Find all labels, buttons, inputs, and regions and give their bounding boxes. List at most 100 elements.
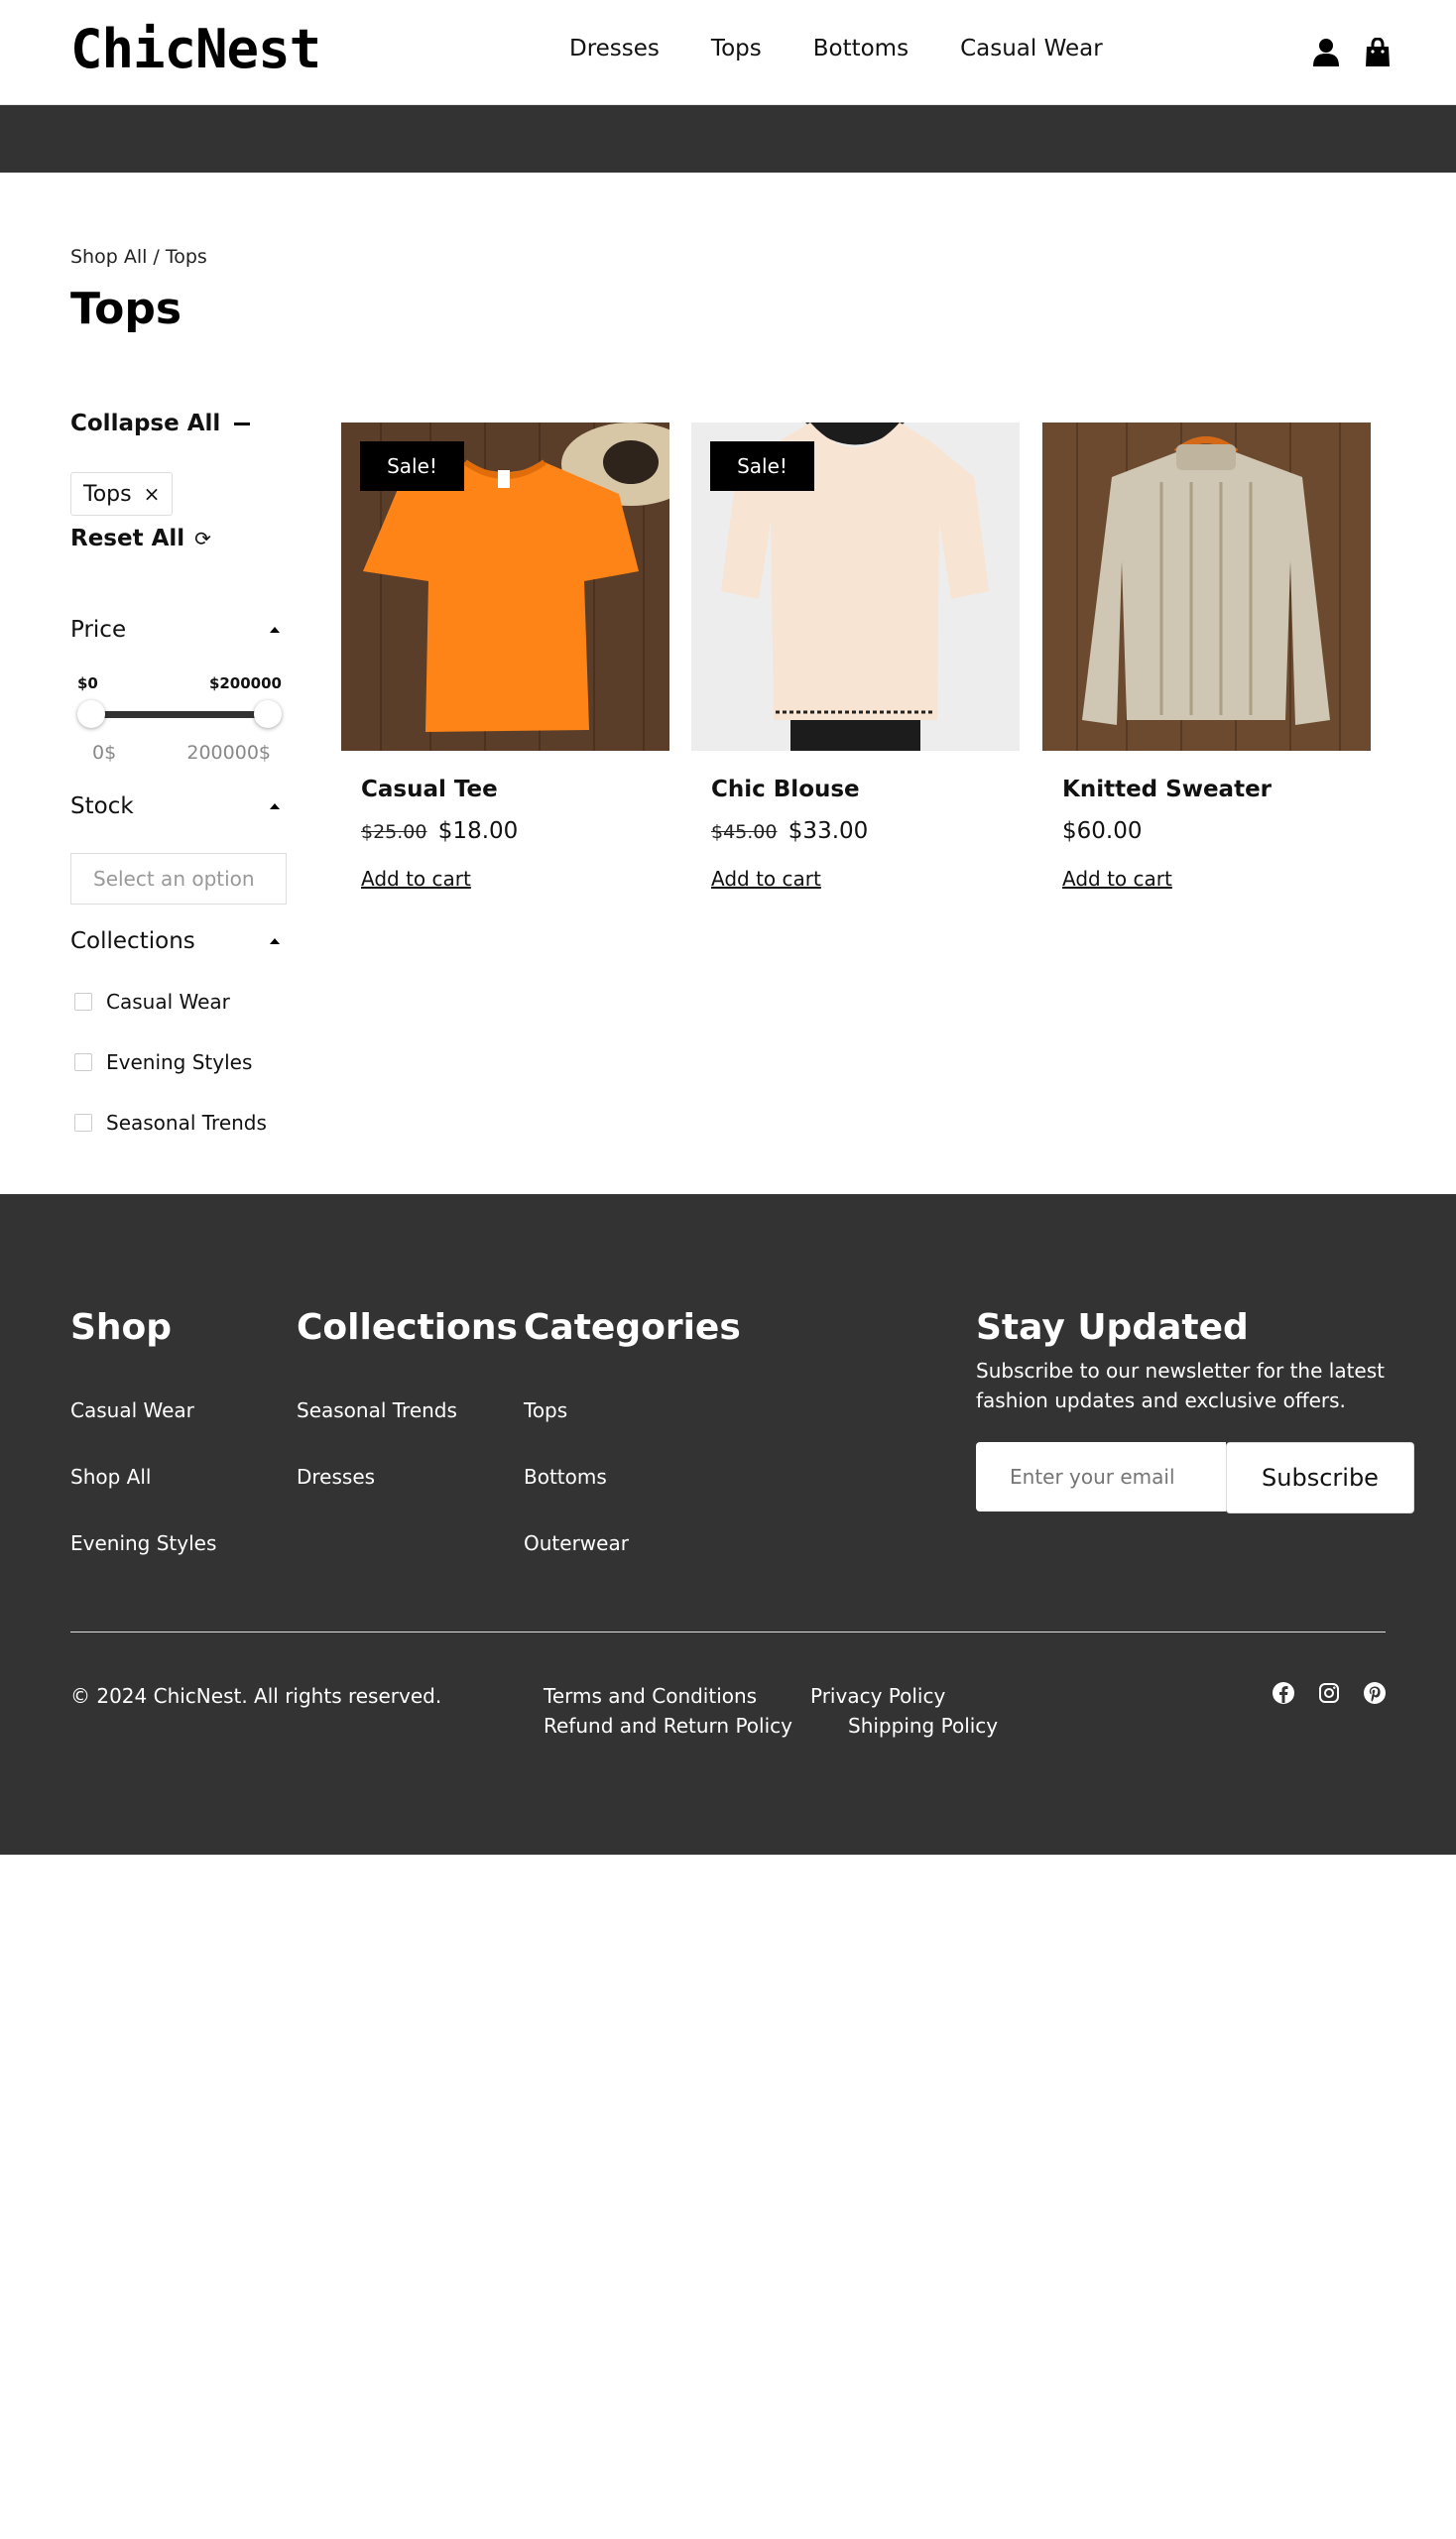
- collection-option-evening-styles[interactable]: Evening Styles: [74, 1050, 252, 1074]
- chevron-up-icon: [270, 627, 280, 633]
- price-max-label: $200000: [208, 674, 282, 692]
- active-filter-chip[interactable]: Tops ×: [70, 472, 174, 516]
- footer-link[interactable]: Seasonal Trends: [297, 1398, 457, 1422]
- shipping-link[interactable]: Shipping Policy: [848, 1714, 998, 1738]
- header-icons: [1312, 38, 1392, 67]
- checkbox-label: Casual Wear: [106, 990, 230, 1014]
- nav-bottoms[interactable]: Bottoms: [813, 36, 909, 61]
- footer-link[interactable]: Shop All: [70, 1465, 151, 1489]
- price-min-value: 0$: [92, 742, 117, 764]
- stock-filter-label: Stock: [70, 793, 134, 819]
- reset-all-button[interactable]: Reset All ⟳: [70, 526, 211, 551]
- sale-price: $18.00: [437, 818, 519, 844]
- terms-link[interactable]: Terms and Conditions: [544, 1684, 757, 1708]
- checkbox[interactable]: [74, 993, 92, 1011]
- product-price: $60.00: [1062, 818, 1142, 844]
- site-header: ChicNest Dresses Tops Bottoms Casual Wea…: [0, 0, 1456, 105]
- price-range-values: 0$ 200000$: [92, 742, 271, 764]
- footer-collections-column: Collections Seasonal Trends Dresses: [297, 1307, 518, 1489]
- add-to-cart-link[interactable]: Add to cart: [711, 867, 821, 891]
- pinterest-icon[interactable]: [1363, 1681, 1387, 1705]
- regular-price: $60.00: [1062, 818, 1143, 844]
- user-icon[interactable]: [1312, 38, 1340, 67]
- footer-link[interactable]: Casual Wear: [70, 1398, 194, 1422]
- stock-select[interactable]: Select an option: [70, 853, 287, 905]
- privacy-link[interactable]: Privacy Policy: [810, 1684, 945, 1708]
- footer-link[interactable]: Bottoms: [524, 1465, 607, 1489]
- newsletter-title: Stay Updated: [976, 1307, 1249, 1348]
- slider-min-handle[interactable]: [77, 700, 105, 728]
- price-filter-header[interactable]: Price: [70, 617, 284, 643]
- nav-tops[interactable]: Tops: [711, 36, 762, 61]
- footer-link[interactable]: Dresses: [297, 1465, 375, 1489]
- checkbox[interactable]: [74, 1053, 92, 1071]
- product-name[interactable]: Knitted Sweater: [1062, 777, 1272, 802]
- footer-categories-title: Categories: [524, 1307, 741, 1348]
- footer-collections-title: Collections: [297, 1307, 518, 1348]
- price-max-value: 200000$: [186, 742, 271, 764]
- collections-filter-header[interactable]: Collections: [70, 928, 284, 954]
- social-links: [1272, 1681, 1387, 1705]
- reset-all-label: Reset All: [70, 526, 185, 551]
- sale-badge: Sale!: [360, 441, 464, 491]
- logo[interactable]: ChicNest: [70, 18, 321, 80]
- breadcrumb[interactable]: Shop All / Tops: [70, 246, 207, 268]
- shopping-bag-icon[interactable]: [1364, 38, 1392, 67]
- slider-track: [87, 711, 272, 718]
- main-nav: Dresses Tops Bottoms Casual Wear: [569, 36, 1103, 61]
- nav-dresses[interactable]: Dresses: [569, 36, 660, 61]
- subscribe-button[interactable]: Subscribe: [1226, 1442, 1414, 1513]
- instagram-icon[interactable]: [1317, 1681, 1341, 1705]
- minus-icon: [234, 422, 251, 425]
- price-range-labels: $0 $200000: [77, 674, 282, 692]
- close-icon[interactable]: ×: [144, 482, 161, 506]
- product-price: $45.00 $33.00: [711, 818, 868, 844]
- collections-filter-label: Collections: [70, 928, 195, 954]
- price-range-slider[interactable]: [77, 700, 282, 728]
- promo-banner: [0, 105, 1456, 173]
- product-name[interactable]: Casual Tee: [361, 777, 498, 802]
- product-card[interactable]: Sale! Casual Tee $25.00 $18.00 Add to ca…: [341, 423, 669, 891]
- copyright: © 2024 ChicNest. All rights reserved.: [70, 1684, 442, 1708]
- original-price: $45.00: [711, 821, 778, 843]
- product-image[interactable]: Sale!: [691, 423, 1020, 751]
- footer-link[interactable]: Tops: [524, 1398, 567, 1422]
- add-to-cart-link[interactable]: Add to cart: [361, 867, 471, 891]
- add-to-cart-link[interactable]: Add to cart: [1062, 867, 1172, 891]
- collection-option-casual-wear[interactable]: Casual Wear: [74, 990, 230, 1014]
- refund-link[interactable]: Refund and Return Policy: [544, 1714, 792, 1738]
- footer-link[interactable]: Outerwear: [524, 1531, 629, 1555]
- email-field[interactable]: [976, 1442, 1226, 1511]
- nav-casual-wear[interactable]: Casual Wear: [960, 36, 1103, 61]
- sale-badge: Sale!: [710, 441, 814, 491]
- checkbox-label: Seasonal Trends: [106, 1111, 267, 1135]
- checkbox-label: Evening Styles: [106, 1050, 253, 1074]
- checkbox[interactable]: [74, 1114, 92, 1132]
- newsletter-text: Subscribe to our newsletter for the late…: [976, 1359, 1385, 1412]
- product-name[interactable]: Chic Blouse: [711, 777, 860, 802]
- price-min-label: $0: [77, 674, 98, 692]
- site-footer: Shop Casual Wear Shop All Evening Styles…: [0, 1194, 1456, 1855]
- newsletter-section: Stay Updated Subscribe to our newsletter…: [976, 1307, 1412, 1415]
- price-filter-label: Price: [70, 617, 127, 643]
- product-image[interactable]: Sale!: [341, 423, 669, 751]
- product-card[interactable]: Knitted Sweater $60.00 Add to cart: [1042, 423, 1371, 891]
- collection-option-seasonal-trends[interactable]: Seasonal Trends: [74, 1111, 267, 1135]
- footer-link[interactable]: Evening Styles: [70, 1531, 216, 1555]
- sale-price: $33.00: [788, 818, 869, 844]
- page-title: Tops: [70, 284, 182, 334]
- original-price: $25.00: [361, 821, 427, 843]
- chevron-up-icon: [270, 803, 280, 809]
- refresh-icon: ⟳: [194, 527, 211, 550]
- facebook-icon[interactable]: [1272, 1681, 1295, 1705]
- product-card[interactable]: Sale! Chic Blouse $45.00 $33.00 Add to c…: [691, 423, 1020, 891]
- collapse-all-button[interactable]: Collapse All: [70, 411, 251, 436]
- newsletter-form: Subscribe: [976, 1442, 1414, 1513]
- footer-shop-column: Shop Casual Wear Shop All Evening Styles: [70, 1307, 216, 1555]
- stock-filter-header[interactable]: Stock: [70, 793, 284, 819]
- chevron-up-icon: [270, 938, 280, 944]
- footer-categories-column: Categories Tops Bottoms Outerwear: [524, 1307, 741, 1555]
- slider-max-handle[interactable]: [254, 700, 282, 728]
- product-image[interactable]: [1042, 423, 1371, 751]
- footer-shop-title: Shop: [70, 1307, 173, 1348]
